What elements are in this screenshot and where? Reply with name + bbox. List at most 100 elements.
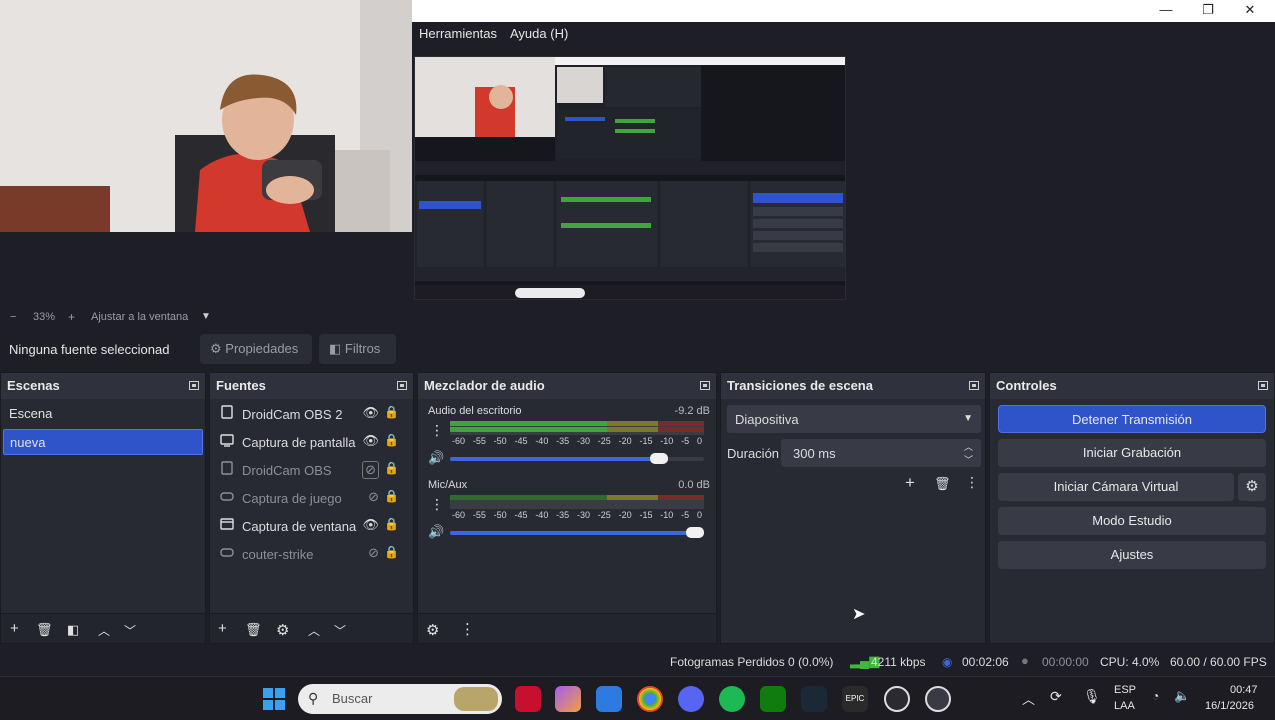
float-icon[interactable]	[969, 381, 979, 390]
move-down-icon[interactable]: ﹀	[124, 622, 136, 639]
lock-icon[interactable]: 🔒	[384, 545, 399, 559]
wifi-icon[interactable]: ◔	[1152, 689, 1159, 703]
lock-icon[interactable]: 🔒	[384, 517, 399, 531]
clock-date[interactable]: 16/1/2026	[1205, 700, 1254, 712]
meter-scale: -60 -55 -50 -45 -40 -35 -30 -25 -20 -15 -10 -5 0	[452, 510, 702, 520]
window-icon	[220, 517, 234, 531]
xbox-icon[interactable]	[760, 686, 786, 712]
more-options-icon[interactable]: ⋮	[430, 422, 444, 439]
chevron-up-icon[interactable]: ︿	[964, 440, 973, 453]
language-bottom[interactable]: LAA	[1114, 700, 1135, 712]
start-virtual-camera-button[interactable]: Iniciar Cámara Virtual	[998, 473, 1234, 501]
move-up-icon[interactable]: ︿	[308, 622, 320, 639]
duration-input[interactable]: 300 ms ︿ ﹀	[781, 439, 981, 467]
filter-icon[interactable]: ◧	[67, 622, 79, 638]
trash-icon[interactable]: 🗑	[245, 622, 262, 638]
bitrate: 4211 kbps	[871, 655, 926, 669]
duration-label: Duración	[727, 446, 780, 461]
zoom-in-button[interactable]: +	[68, 310, 75, 324]
lock-icon[interactable]: 🔒	[384, 405, 399, 419]
scene-item-selected[interactable]: nueva	[3, 429, 203, 455]
fit-to-window-label[interactable]: Ajustar a la ventana	[91, 311, 188, 323]
adobe-icon[interactable]	[515, 686, 541, 712]
photos-icon[interactable]	[596, 686, 622, 712]
chevron-down-icon[interactable]: ▼	[201, 311, 211, 322]
source-row[interactable]: Captura de ventana 👁 🔒	[214, 513, 409, 539]
maps-icon[interactable]	[884, 686, 910, 712]
source-row[interactable]: Captura de juego ⊘ 🔒	[214, 485, 409, 511]
eye-icon[interactable]: 👁	[362, 517, 379, 533]
properties-button[interactable]: ⚙ Propiedades	[200, 334, 312, 364]
copilot-icon[interactable]	[555, 686, 581, 712]
windows-start-icon[interactable]	[263, 688, 285, 710]
lock-icon[interactable]: 🔒	[384, 433, 399, 447]
add-icon[interactable]: +	[905, 473, 915, 493]
taskbar-search[interactable]: ⚲ Buscar	[298, 684, 502, 714]
float-icon[interactable]	[189, 381, 199, 390]
lock-icon[interactable]: 🔒	[384, 461, 399, 475]
language-top[interactable]: ESP	[1114, 684, 1136, 696]
mixer-title-text: Mezclador de audio	[424, 378, 545, 393]
steam-icon[interactable]	[801, 686, 827, 712]
source-row[interactable]: couter-strike ⊘ 🔒	[214, 541, 409, 567]
more-options-icon[interactable]: ⋮	[460, 620, 475, 638]
duration-value: 300 ms	[793, 446, 836, 461]
add-icon[interactable]: +	[10, 620, 19, 637]
scene-item[interactable]: Escena	[3, 401, 203, 427]
move-down-icon[interactable]: ﹀	[334, 622, 346, 639]
eye-icon[interactable]: 👁	[362, 405, 379, 421]
gear-icon[interactable]: ⚙	[276, 621, 289, 639]
float-icon[interactable]	[397, 381, 407, 390]
source-label: Captura de juego	[242, 491, 342, 506]
lock-icon[interactable]: 🔒	[384, 489, 399, 503]
filters-button[interactable]: ◧ Filtros	[319, 334, 396, 364]
sync-icon[interactable]: ⟳	[1050, 688, 1062, 705]
volume-icon[interactable]: 🔈	[1174, 688, 1190, 704]
trash-icon[interactable]: 🗑	[934, 476, 951, 492]
chevron-up-icon[interactable]: ︿	[1022, 689, 1035, 708]
gear-icon[interactable]: ⚙	[1238, 473, 1266, 501]
settings-button[interactable]: Ajustes	[998, 541, 1266, 569]
zoom-out-button[interactable]: −	[10, 311, 16, 323]
epic-games-icon[interactable]: EPIC	[842, 686, 868, 712]
eye-hidden-icon[interactable]: ⊘	[368, 489, 379, 505]
menu-tools[interactable]: Herramientas	[419, 26, 497, 41]
source-row[interactable]: DroidCam OBS ⊘ 🔒	[214, 457, 409, 483]
chevron-down-icon[interactable]: ﹀	[964, 453, 973, 466]
speaker-icon[interactable]: 🔊	[428, 450, 444, 466]
minimize-button[interactable]: —	[1145, 0, 1187, 22]
transition-select[interactable]: Diapositiva ▼	[727, 405, 981, 433]
menu-help[interactable]: Ayuda (H)	[510, 26, 568, 41]
move-up-icon[interactable]: ︿	[98, 622, 110, 639]
discord-icon[interactable]	[678, 686, 704, 712]
studio-mode-button[interactable]: Modo Estudio	[998, 507, 1266, 535]
more-options-icon[interactable]: ⋮	[965, 474, 979, 491]
close-button[interactable]: ✕	[1229, 0, 1271, 22]
float-icon[interactable]	[700, 381, 710, 390]
source-row[interactable]: Captura de pantalla 👁 🔒	[214, 429, 409, 455]
source-row[interactable]: DroidCam OBS 2 👁 🔒	[214, 401, 409, 427]
chrome-icon[interactable]	[637, 686, 663, 712]
maximize-button[interactable]: ❐	[1187, 0, 1229, 22]
obs-icon[interactable]	[925, 686, 951, 712]
preview-canvas-empty	[0, 232, 412, 308]
speaker-icon[interactable]: 🔊	[428, 524, 444, 540]
gear-icon[interactable]: ⚙	[426, 621, 439, 639]
stop-stream-button[interactable]: Detener Transmisión	[998, 405, 1266, 433]
clock-time[interactable]: 00:47	[1230, 684, 1258, 696]
more-options-icon[interactable]: ⋮	[430, 496, 444, 513]
zoom-level: 33%	[33, 311, 56, 323]
eye-icon[interactable]: 👁	[362, 433, 379, 449]
microphone-icon[interactable]: 🎙	[1083, 688, 1101, 705]
add-icon[interactable]: +	[218, 620, 227, 637]
eye-hidden-icon[interactable]: ⊘	[368, 545, 379, 561]
trash-icon[interactable]: 🗑	[36, 622, 53, 638]
start-recording-button[interactable]: Iniciar Grabación	[998, 439, 1266, 467]
channel-name: Mic/Aux	[428, 479, 468, 491]
eye-hidden-icon[interactable]: ⊘	[362, 461, 379, 479]
volume-slider[interactable]	[450, 527, 704, 538]
meter-scale: -60 -55 -50 -45 -40 -35 -30 -25 -20 -15 -10 -5 0	[452, 436, 702, 446]
spotify-icon[interactable]	[719, 686, 745, 712]
float-icon[interactable]	[1258, 381, 1268, 390]
volume-slider[interactable]	[450, 453, 704, 464]
